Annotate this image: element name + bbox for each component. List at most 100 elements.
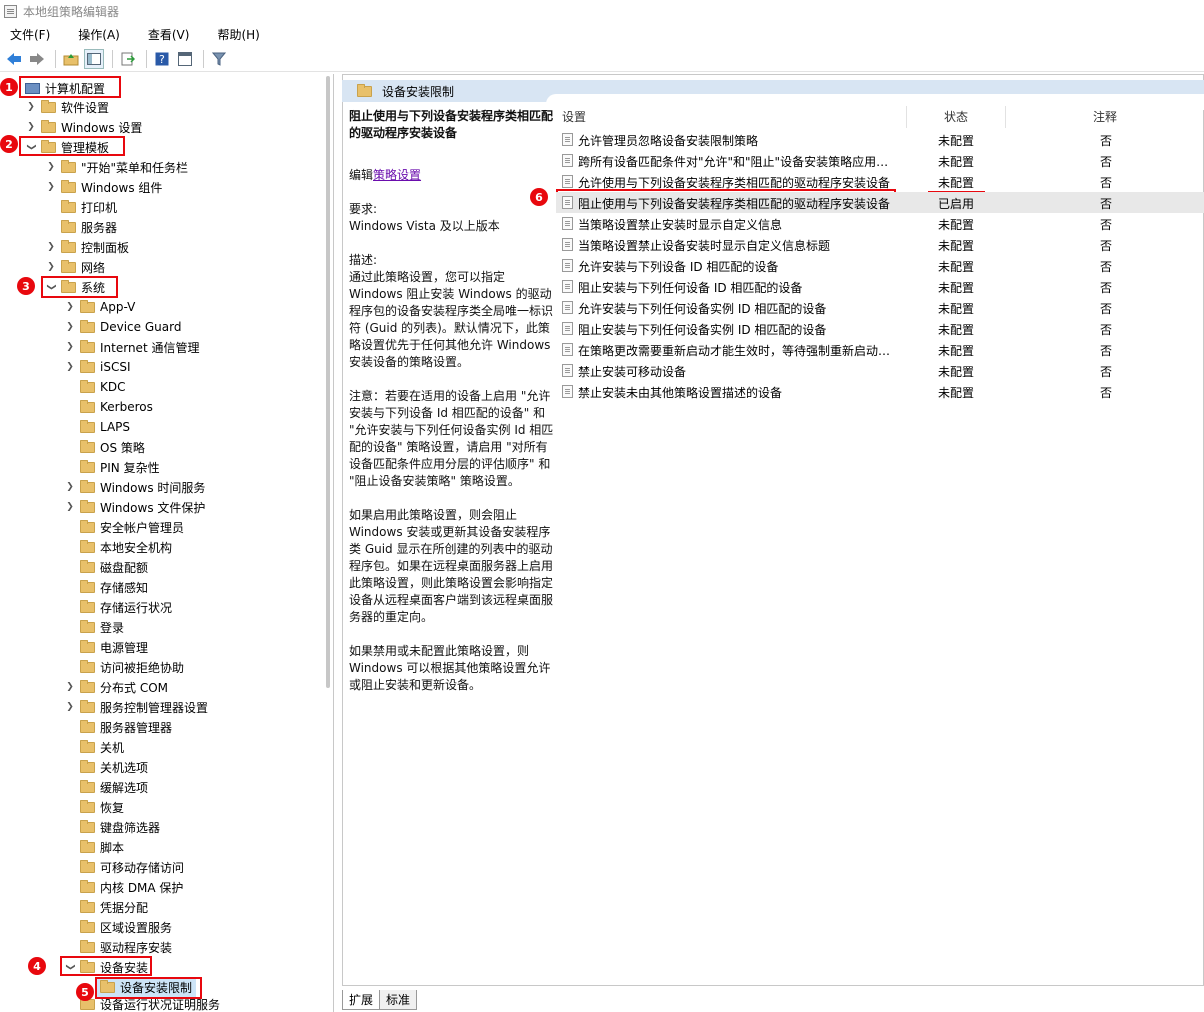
chevron-right-icon[interactable]: ❯ — [24, 102, 38, 112]
table-row[interactable]: 允许安装与下列任何设备实例 ID 相匹配的设备 未配置 否 — [556, 297, 1204, 318]
tree-node-system-child[interactable]: 关机 — [63, 737, 124, 757]
tree-node-system-child[interactable]: ❯ Internet 通信管理 — [63, 337, 199, 357]
tab-standard[interactable]: 标准 — [379, 990, 418, 1010]
folder-icon — [80, 659, 95, 673]
tree-node-system-child[interactable]: 存储感知 — [63, 577, 148, 597]
table-row[interactable]: 允许使用与下列设备安装程序类相匹配的驱动程序安装设备 未配置 否 — [556, 171, 1204, 192]
tree-node-system-child[interactable]: 区域设置服务 — [63, 917, 172, 937]
col-header-state[interactable]: 状态 — [944, 106, 968, 126]
properties-icon[interactable] — [175, 49, 195, 69]
setting-state: 未配置 — [938, 134, 975, 148]
chevron-right-icon[interactable]: ❯ — [63, 682, 77, 692]
chevron-right-icon[interactable]: ❯ — [44, 262, 58, 272]
tree-node-system-child[interactable]: ❯ iSCSI — [63, 357, 131, 377]
tree-node-printers[interactable]: 打印机 — [44, 197, 117, 217]
tree-node-system-child[interactable]: ❯ Device Guard — [63, 317, 181, 337]
tree-scrollbar[interactable] — [326, 76, 330, 688]
tree-node-control-panel[interactable]: ❯ 控制面板 — [44, 237, 129, 257]
chevron-right-icon[interactable]: ❯ — [63, 482, 77, 492]
chevron-right-icon[interactable]: ❯ — [63, 502, 77, 512]
tree-node-system-child[interactable]: 凭据分配 — [63, 897, 148, 917]
policy-settings-link[interactable]: 策略设置 — [373, 168, 421, 182]
table-row[interactable]: 允许安装与下列设备 ID 相匹配的设备 未配置 否 — [556, 255, 1204, 276]
forward-icon[interactable] — [27, 49, 47, 69]
tree-node-system-child[interactable]: 访问被拒绝协助 — [63, 657, 184, 677]
tree-node-system-child[interactable]: 存储运行状况 — [63, 597, 172, 617]
tree-node-system-child[interactable]: 登录 — [63, 617, 124, 637]
col-divider[interactable] — [906, 106, 907, 128]
tree-node-windows-components[interactable]: ❯ Windows 组件 — [44, 177, 162, 197]
tree-node-system-child[interactable]: 磁盘配额 — [63, 557, 148, 577]
menu-help[interactable]: 帮助(H) — [211, 26, 265, 43]
menu-file[interactable]: 文件(F) — [4, 26, 56, 43]
folder-icon — [80, 359, 95, 373]
tree-node-system-child[interactable]: ❯ Windows 时间服务 — [63, 477, 205, 497]
folder-icon — [61, 159, 76, 173]
show-hide-tree-icon[interactable] — [84, 48, 104, 69]
tree-node-system-child[interactable]: ❯ App-V — [63, 297, 135, 317]
table-row[interactable]: 允许管理员忽略设备安装限制策略 未配置 否 — [556, 129, 1204, 150]
filter-icon[interactable] — [209, 49, 229, 69]
tab-extended[interactable]: 扩展 — [342, 990, 381, 1010]
table-row[interactable]: 跨所有设备匹配条件对"允许"和"阻止"设备安装策略应用分层的评估顺序 未配置 否 — [556, 150, 1204, 171]
setting-name: 在策略更改需要重新启动才能生效时，等待强制重新启动的时间 — [578, 344, 900, 358]
tree-node-network[interactable]: ❯ 网络 — [44, 257, 105, 277]
table-row[interactable]: 禁止安装可移动设备 未配置 否 — [556, 360, 1204, 381]
tree-node-system-child[interactable]: 服务器管理器 — [63, 717, 172, 737]
chevron-right-icon[interactable]: ❯ — [63, 342, 77, 352]
badge-4: 4 — [28, 957, 46, 975]
tree-node-system-child[interactable]: 本地安全机构 — [63, 537, 172, 557]
tree-node-start-menu[interactable]: ❯ "开始"菜单和任务栏 — [44, 157, 188, 177]
tree-node-system-child[interactable]: 键盘筛选器 — [63, 817, 160, 837]
tree-node-system-child[interactable]: 关机选项 — [63, 757, 148, 777]
chevron-right-icon[interactable]: ❯ — [63, 362, 77, 372]
tree-node-windows-settings[interactable]: ❯ Windows 设置 — [24, 117, 142, 137]
table-row[interactable]: 在策略更改需要重新启动才能生效时，等待强制重新启动的时间 未配置 否 — [556, 339, 1204, 360]
chevron-right-icon[interactable]: ❯ — [63, 302, 77, 312]
tree-node-system-child[interactable]: 安全帐户管理员 — [63, 517, 184, 537]
tree-node-system-child[interactable]: 恢复 — [63, 797, 124, 817]
tree-node-system-child[interactable]: 内核 DMA 保护 — [63, 877, 183, 897]
table-row[interactable]: 阻止使用与下列设备安装程序类相匹配的驱动程序安装设备 已启用 否 — [556, 192, 1204, 213]
setting-name: 阻止安装与下列任何设备实例 ID 相匹配的设备 — [578, 323, 827, 337]
tree-node-system-child[interactable]: 可移动存储访问 — [63, 857, 184, 877]
col-header-comment[interactable]: 注释 — [1093, 106, 1117, 126]
chevron-right-icon[interactable]: ❯ — [24, 122, 38, 132]
tree-node-system-child[interactable]: 缓解选项 — [63, 777, 148, 797]
tree-node-server[interactable]: 服务器 — [44, 217, 117, 237]
tree-node-system-child[interactable]: ❯ 分布式 COM — [63, 677, 168, 697]
chevron-right-icon[interactable]: ❯ — [44, 162, 58, 172]
table-row[interactable]: 当策略设置禁止安装时显示自定义信息 未配置 否 — [556, 213, 1204, 234]
tree-node-system-child[interactable]: Kerberos — [63, 397, 153, 417]
table-row[interactable]: 阻止安装与下列任何设备 ID 相匹配的设备 未配置 否 — [556, 276, 1204, 297]
tree-node-system-child[interactable]: 脚本 — [63, 837, 124, 857]
table-row[interactable]: 禁止安装未由其他策略设置描述的设备 未配置 否 — [556, 381, 1204, 402]
chevron-right-icon[interactable]: ❯ — [63, 702, 77, 712]
tree-node-system-child[interactable]: ❯ Windows 文件保护 — [63, 497, 205, 517]
back-icon[interactable] — [4, 49, 24, 69]
tree-node-system-child[interactable]: ❯ 服务控制管理器设置 — [63, 697, 208, 717]
col-divider[interactable] — [1005, 106, 1006, 128]
menu-action[interactable]: 操作(A) — [72, 26, 126, 43]
tree-node-software-settings[interactable]: ❯ 软件设置 — [24, 97, 109, 117]
chevron-right-icon[interactable]: ❯ — [63, 322, 77, 332]
table-row[interactable]: 阻止安装与下列任何设备实例 ID 相匹配的设备 未配置 否 — [556, 318, 1204, 339]
menu-view[interactable]: 查看(V) — [142, 26, 196, 43]
description-panel: 阻止使用与下列设备安装程序类相匹配的驱动程序安装设备 编辑策略设置 要求: Win… — [349, 108, 554, 711]
table-row[interactable]: 当策略设置禁止设备安装时显示自定义信息标题 未配置 否 — [556, 234, 1204, 255]
tree-label: App-V — [100, 300, 136, 314]
highlight-box-4 — [60, 956, 152, 976]
chevron-right-icon[interactable]: ❯ — [44, 182, 58, 192]
export-list-icon[interactable] — [118, 49, 138, 69]
folder-icon — [80, 779, 95, 793]
tree-node-system-child[interactable]: LAPS — [63, 417, 130, 437]
tree-node-system-child[interactable]: OS 策略 — [63, 437, 145, 457]
help-icon[interactable]: ? — [152, 49, 172, 69]
col-header-setting[interactable]: 设置 — [562, 106, 586, 126]
tree-node-system-child[interactable]: PIN 复杂性 — [63, 457, 160, 477]
tree-node-system-child[interactable]: 驱动程序安装 — [63, 937, 172, 957]
up-folder-icon[interactable] — [61, 49, 81, 69]
tree-node-system-child[interactable]: KDC — [63, 377, 126, 397]
tree-node-system-child[interactable]: 电源管理 — [63, 637, 148, 657]
chevron-right-icon[interactable]: ❯ — [44, 242, 58, 252]
